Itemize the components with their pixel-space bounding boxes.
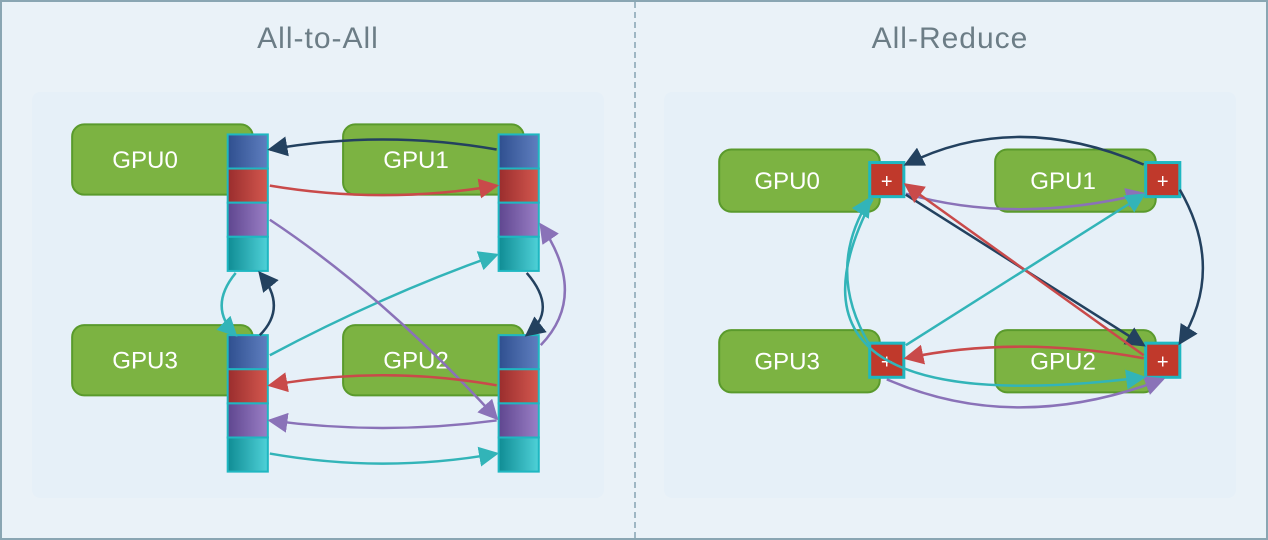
gpu3-stack <box>228 335 268 471</box>
diagram-frame: All-to-All <box>0 0 1268 540</box>
gpu0-block: GPU0 <box>72 124 253 194</box>
panel-all-to-all: All-to-All <box>2 2 634 538</box>
plus-icon: + <box>1157 171 1169 193</box>
svg-all-to-all: GPU0 GPU1 GPU3 GPU2 <box>32 92 604 498</box>
gpu1-label: GPU1 <box>383 147 449 174</box>
gpu3-label: GPU3 <box>112 348 178 375</box>
arrow-1-to-2 <box>527 273 543 335</box>
title-all-to-all: All-to-All <box>2 22 634 56</box>
r-arrow-1-to-2 <box>1180 190 1203 344</box>
reduce-node-0: + <box>870 163 904 197</box>
canvas-all-to-all: GPU0 GPU1 GPU3 GPU2 <box>32 92 604 498</box>
title-all-reduce: All-Reduce <box>634 22 1266 56</box>
gpu3-block: GPU3 <box>72 325 253 395</box>
gpu0-stack <box>228 134 268 270</box>
r-gpu3-label: GPU3 <box>754 349 820 376</box>
canvas-all-reduce: GPU0 GPU1 GPU3 GPU2 + <box>664 92 1236 498</box>
svg-all-reduce: GPU0 GPU1 GPU3 GPU2 + <box>664 92 1236 498</box>
reduce-node-1: + <box>1146 163 1180 197</box>
r-gpu3-block: GPU3 <box>719 330 880 392</box>
plus-icon: + <box>1157 352 1169 374</box>
gpu1-block: GPU1 <box>343 124 524 194</box>
r-gpu2-label: GPU2 <box>1030 349 1096 376</box>
arrow-3-to-2-teal <box>270 454 497 464</box>
arrow-2-to-3-purple <box>270 420 497 428</box>
gpu2-stack <box>499 335 539 471</box>
gpu0-label: GPU0 <box>112 147 178 174</box>
arrow-3-to-0 <box>260 273 274 335</box>
plus-icon: + <box>881 171 893 193</box>
gpu1-stack <box>499 134 539 270</box>
reduce-node-2: + <box>1146 343 1180 377</box>
r-gpu1-label: GPU1 <box>1030 168 1096 195</box>
panel-all-reduce: All-Reduce <box>634 2 1266 538</box>
gpu2-label: GPU2 <box>383 348 449 375</box>
r-gpu0-block: GPU0 <box>719 149 880 211</box>
arrow-2-to-1 <box>541 225 565 345</box>
r-gpu0-label: GPU0 <box>754 168 820 195</box>
